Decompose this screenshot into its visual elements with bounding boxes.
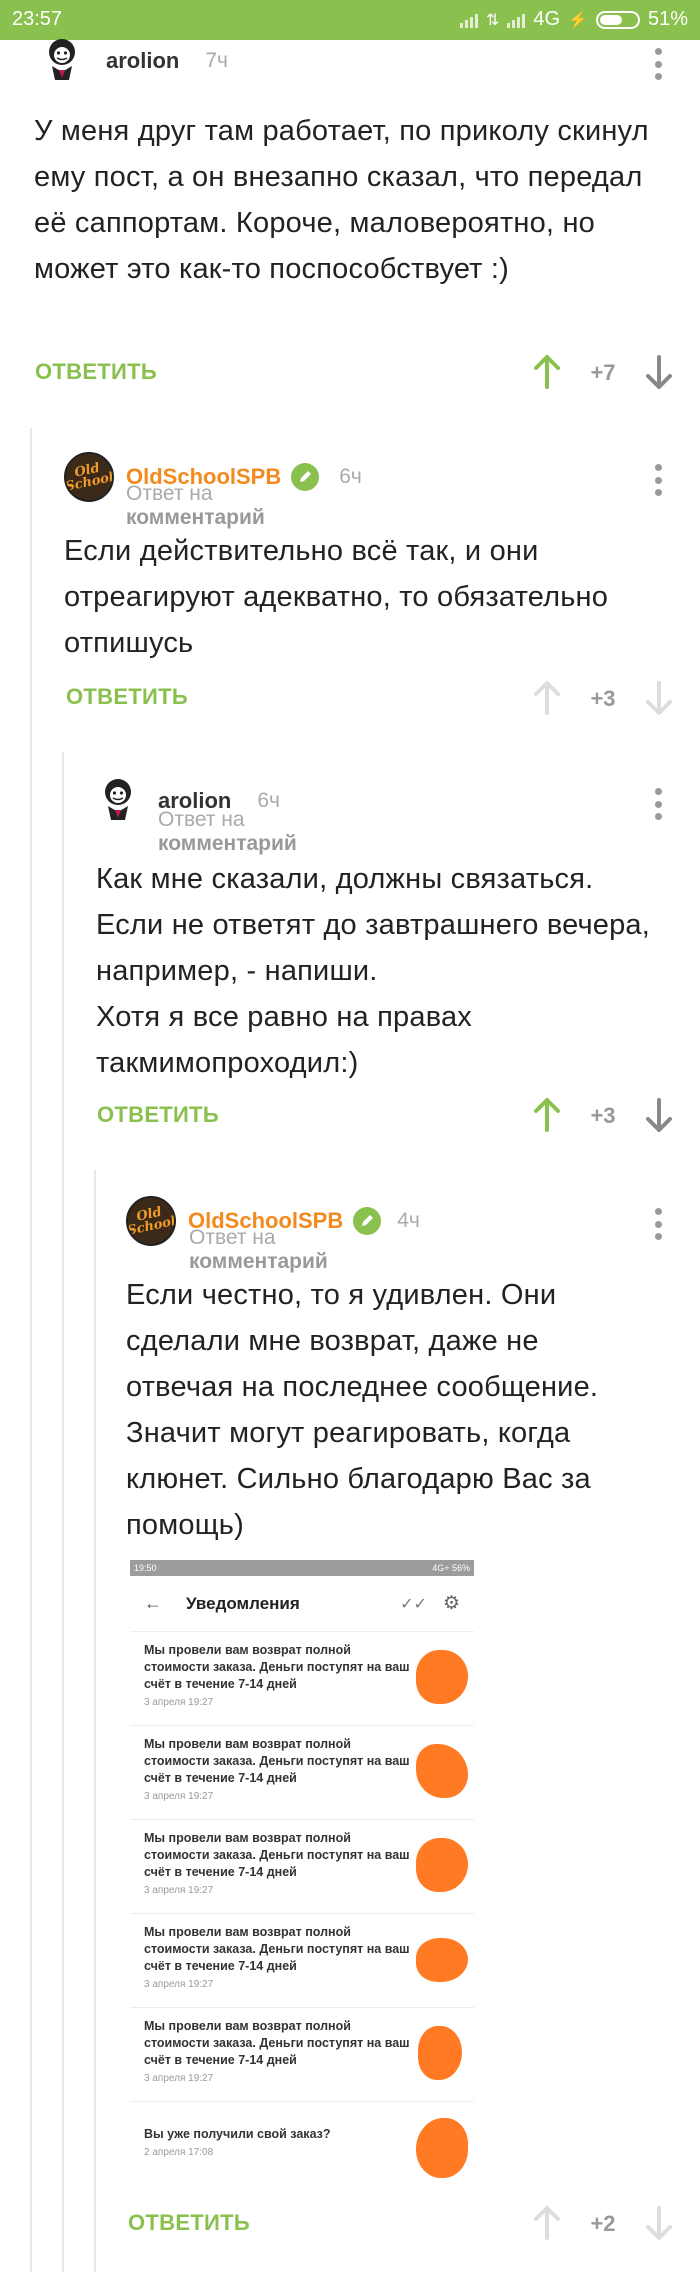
avatar[interactable]: Old School [64,452,114,502]
reply-to: Ответ на комментарий [126,482,265,529]
downvote-icon[interactable] [644,2205,674,2241]
author-name[interactable]: arolion [106,48,179,74]
reply-button[interactable]: ОТВЕТИТЬ [97,1102,219,1128]
charging-icon: ⚡ [568,11,588,29]
gear-icon: ⚙ [442,1593,460,1614]
battery-icon [595,10,640,29]
comment-rating: +3 [590,686,616,711]
upvote-icon[interactable] [532,1097,562,1133]
more-options-icon[interactable] [646,788,670,820]
attached-screenshot[interactable]: 19:50 4G+ 56% ← Уведомления ✓✓ ⚙ Мы пров… [130,1560,474,2190]
comment-time: 4ч [397,1209,420,1232]
signal-icon [459,12,478,28]
screenshot-status-bar: 19:50 4G+ 56% [130,1560,474,1576]
network-type: 4G [533,8,561,30]
comment-time: 7ч [205,49,228,72]
comment-text: У меня друг там работает, по приколу ски… [34,115,649,285]
notification-item: Мы провели вам возврат полной стоимости … [130,1632,474,1726]
downvote-icon[interactable] [644,354,674,390]
notification-item: Мы провели вам возврат полной стоимости … [130,1726,474,1820]
upvote-icon[interactable] [532,354,562,390]
avatar[interactable] [40,36,84,86]
double-check-icon: ✓✓ [400,1595,427,1613]
comment-rating: +2 [590,2211,616,2236]
signal-icon-2 [507,12,526,28]
censor-blob [418,2026,462,2080]
upvote-icon[interactable] [532,2205,562,2241]
screenshot-header: ← Уведомления ✓✓ ⚙ [130,1576,474,1632]
notification-item: Мы провели вам возврат полной стоимости … [130,2008,474,2102]
more-options-icon[interactable] [646,464,670,496]
avatar[interactable]: Old School [126,1196,176,1246]
reply-button[interactable]: ОТВЕТИТЬ [66,684,188,710]
notification-item: Мы провели вам возврат полной стоимости … [130,1820,474,1914]
censor-blob [416,1744,468,1798]
comment-text: Если честно, то я удивлен. Они сделали м… [126,1279,599,1541]
notification-item: Вы уже получили свой заказ? 2 апреля 17:… [130,2102,474,2190]
status-time: 23:57 [12,8,63,30]
verified-badge-icon [291,463,320,491]
comment-text: Как мне сказали, должны связаться. Если … [96,863,651,1079]
battery-level: 51% [647,8,688,30]
downvote-icon[interactable] [644,680,674,716]
data-arrows-icon: ⇅ [485,11,500,29]
upvote-icon[interactable] [532,680,562,716]
reply-target-link[interactable]: комментарий [189,1250,328,1273]
downvote-icon[interactable] [644,1097,674,1133]
thread-line [62,752,64,2272]
comment-rating: +7 [590,360,616,385]
more-options-icon[interactable] [646,48,670,80]
status-bar: 23:57 ⇅ 4G ⚡ 51% [0,0,700,40]
censor-blob [416,1650,468,1704]
screenshot-title: Уведомления [186,1593,300,1613]
avatar[interactable] [96,776,140,826]
censor-blob [416,1838,468,1892]
reply-target-link[interactable]: комментарий [126,506,265,529]
back-arrow-icon: ← [144,1593,162,1613]
reply-button[interactable]: ОТВЕТИТЬ [128,2210,250,2236]
comment-text: Если действительно всё так, и они отреаг… [64,535,609,659]
reply-button[interactable]: ОТВЕТИТЬ [35,359,157,385]
more-options-icon[interactable] [646,1208,670,1240]
censor-blob [416,1938,468,1982]
thread-line [30,428,32,2272]
reply-target-link[interactable]: комментарий [158,832,297,855]
reply-to: Ответ на комментарий [158,808,297,855]
thread-line [94,1170,96,2272]
notification-item: Мы провели вам возврат полной стоимости … [130,1914,474,2008]
verified-badge-icon [353,1207,382,1235]
reply-to: Ответ на комментарий [189,1226,328,1273]
comment-time: 6ч [339,465,362,488]
comment-rating: +3 [590,1103,616,1128]
censor-blob [416,2118,468,2178]
